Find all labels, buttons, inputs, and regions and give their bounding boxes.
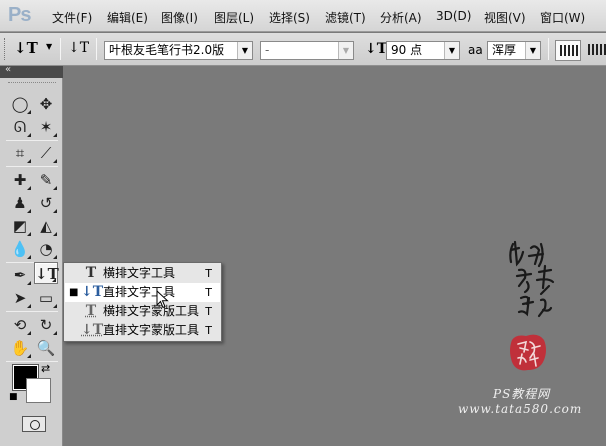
zoom-tool[interactable]: 🔍 <box>34 337 58 359</box>
align-center-icon <box>588 44 606 55</box>
font-family-select[interactable]: 叶根友毛笔行书2.0版 ▼ <box>104 41 253 60</box>
red-seal-stamp <box>510 334 546 371</box>
menu-view[interactable]: 视图(V) <box>484 9 526 26</box>
align-top-button[interactable] <box>555 40 581 61</box>
font-family-value: 叶根友毛笔行书2.0版 <box>109 43 225 57</box>
photoshop-logo: Ps <box>8 4 31 26</box>
divider <box>60 38 61 60</box>
paint-bucket-tool[interactable]: ◭ <box>34 215 58 237</box>
blur-tool[interactable]: 💧 <box>8 238 32 260</box>
flyout-item-label: 横排文字工具 <box>103 266 176 280</box>
menu-select[interactable]: 选择(S) <box>269 9 310 26</box>
eraser-tool[interactable]: ◩ <box>8 215 32 237</box>
align-top-icon <box>560 45 578 56</box>
menu-3d[interactable]: 3D(D) <box>436 9 471 23</box>
divider <box>6 311 58 312</box>
menu-window[interactable]: 窗口(W) <box>540 9 585 26</box>
menu-layer[interactable]: 图层(L) <box>214 9 254 26</box>
anti-alias-select[interactable]: 浑厚 ▼ <box>487 41 541 60</box>
vertical-type-tool-preset-icon[interactable]: ↓T <box>14 39 38 57</box>
font-size-icon: ↓T <box>365 41 388 57</box>
watermark-url: www.tata580.com <box>458 402 583 416</box>
toggle-orientation-icon[interactable]: ↓T <box>68 40 89 56</box>
dodge-tool[interactable]: ◔ <box>34 238 58 260</box>
align-center-button[interactable] <box>584 40 606 61</box>
chevron-down-icon[interactable]: ▼ <box>525 42 540 59</box>
menu-filter[interactable]: 滤镜(T) <box>325 9 366 26</box>
menu-bar: Ps 文件(F) 编辑(E) 图像(I) 图层(L) 选择(S) 滤镜(T) 分… <box>0 0 606 32</box>
history-brush-tool[interactable]: ↺ <box>34 192 58 214</box>
background-color-swatch[interactable] <box>26 378 51 403</box>
swap-colors-icon[interactable]: ⇄ <box>41 362 50 375</box>
chevron-down-icon[interactable]: ▼ <box>444 42 459 59</box>
flyout-item-vertical-type[interactable]: ■ ↓T 直排文字工具 T <box>65 283 220 302</box>
font-style-value: - <box>265 43 270 57</box>
pen-tool[interactable]: ✒ <box>8 264 32 286</box>
anti-alias-value: 浑厚 <box>492 43 517 57</box>
3d-rotate-tool[interactable]: ⟲ <box>8 314 32 336</box>
horizontal-type-icon: T <box>85 265 97 281</box>
flyout-item-label: 直排文字蒙版工具 <box>103 323 200 337</box>
flyout-item-shortcut: T <box>205 286 212 299</box>
horizontal-type-mask-icon: T <box>85 303 97 319</box>
menu-analysis[interactable]: 分析(A) <box>380 9 422 26</box>
font-size-select[interactable]: 90 点 ▼ <box>386 41 460 60</box>
brush-tool[interactable]: ✎ <box>34 169 58 191</box>
toolbox-header[interactable]: « <box>0 64 63 78</box>
healing-brush-tool[interactable]: ✚ <box>8 169 32 191</box>
font-size-value: 90 点 <box>391 43 423 57</box>
chevron-down-icon[interactable]: ▼ <box>338 42 353 59</box>
3d-orbit-tool[interactable]: ↻ <box>34 314 58 336</box>
options-bar: ↓T ▼ ↓T 叶根友毛笔行书2.0版 ▼ - ▼ ↓T 90 点 ▼ aa 浑… <box>0 33 606 66</box>
divider <box>6 140 58 141</box>
flyout-item-shortcut: T <box>205 324 212 337</box>
eyedropper-tool[interactable]: ⟋ <box>34 142 58 164</box>
selected-bullet-icon: ■ <box>69 287 79 298</box>
type-tool-flyout: T 横排文字工具 T ■ ↓T 直排文字工具 T T 横排文字蒙版工具 T ↓T… <box>63 262 222 342</box>
flyout-item-shortcut: T <box>205 305 212 318</box>
path-selection-tool[interactable]: ➤ <box>8 287 32 309</box>
flyout-item-horizontal-type-mask[interactable]: T 横排文字蒙版工具 T <box>65 302 220 321</box>
vertical-type-tool[interactable]: ↓T <box>34 262 59 284</box>
watermark-site-name: PS教程网 <box>493 387 551 401</box>
default-colors-icon[interactable]: ■ <box>9 392 18 402</box>
menu-image[interactable]: 图像(I) <box>161 9 198 26</box>
hand-tool[interactable]: ✋ <box>8 337 32 359</box>
flyout-item-horizontal-type[interactable]: T 横排文字工具 T <box>65 264 220 283</box>
vertical-type-mask-icon: ↓T <box>81 322 104 338</box>
mouse-cursor-icon <box>156 290 169 309</box>
flyout-item-vertical-type-mask[interactable]: ↓T 直排文字蒙版工具 T <box>65 321 220 340</box>
magic-wand-tool[interactable]: ✶ <box>34 116 58 138</box>
menu-file[interactable]: 文件(F) <box>52 9 92 26</box>
crop-tool[interactable]: ⌗ <box>8 142 32 164</box>
divider <box>6 166 58 167</box>
calligraphy-signature <box>509 240 555 318</box>
menu-edit[interactable]: 编辑(E) <box>107 9 148 26</box>
vertical-type-icon: ↓T <box>81 284 104 300</box>
elliptical-marquee-tool[interactable]: ◯ <box>8 93 32 115</box>
anti-alias-icon: aa <box>468 43 483 57</box>
quick-mask-button[interactable] <box>22 416 46 432</box>
chevron-down-icon[interactable]: ▼ <box>46 42 52 51</box>
clone-stamp-tool[interactable]: ♟ <box>8 192 32 214</box>
font-style-select[interactable]: - ▼ <box>260 41 354 60</box>
flyout-item-shortcut: T <box>205 267 212 280</box>
collapse-icon[interactable]: « <box>5 64 11 75</box>
move-tool[interactable]: ✥ <box>34 93 58 115</box>
toolbox-grip[interactable] <box>8 82 56 84</box>
chevron-down-icon[interactable]: ▼ <box>237 42 252 59</box>
flyout-item-label: 横排文字蒙版工具 <box>103 304 200 318</box>
options-grip[interactable] <box>4 38 7 60</box>
toolbox: « ◯ ✥ ᘏ ✶ ⌗ ⟋ ✚ ✎ ♟ ↺ ◩ ◭ 💧 ◔ ✒ ↓T ➤ ▭ ⟲… <box>0 64 63 446</box>
divider <box>96 38 97 60</box>
lasso-tool[interactable]: ᘏ <box>8 116 32 138</box>
divider <box>548 38 549 60</box>
rectangle-tool[interactable]: ▭ <box>34 287 58 309</box>
